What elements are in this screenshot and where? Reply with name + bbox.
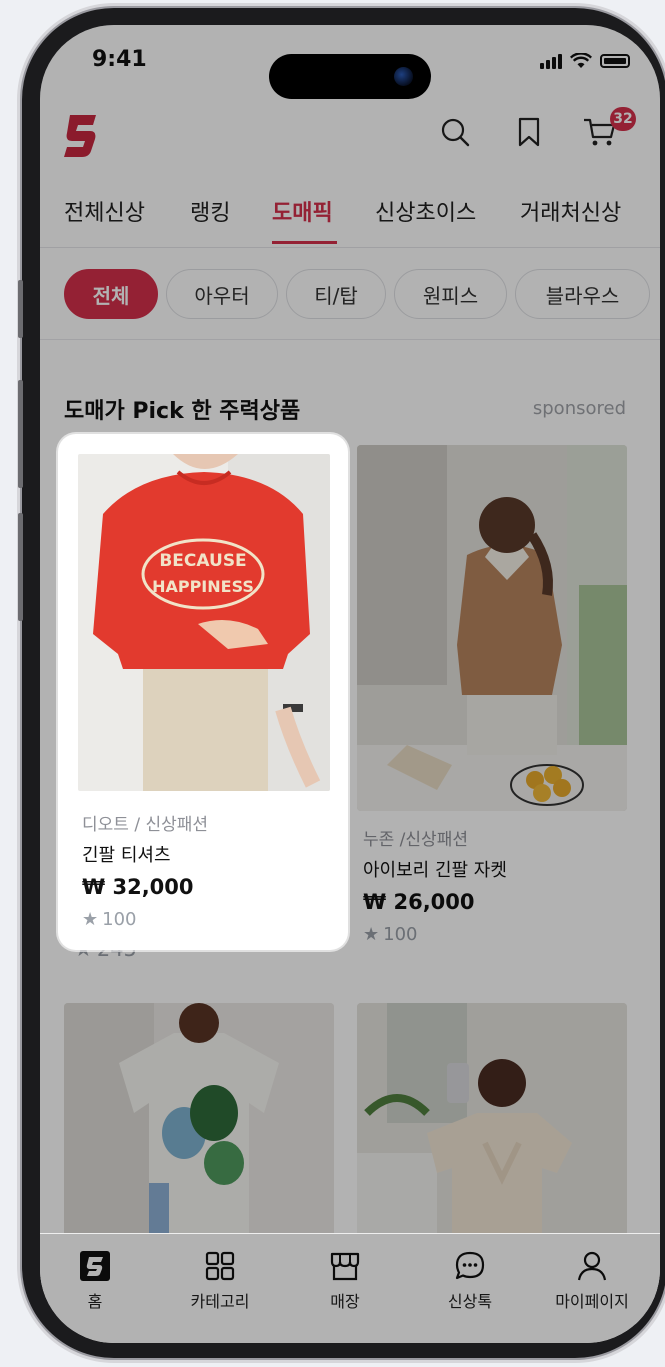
category-chips: 전체 아우터 티/탑 원피스 블라우스 [40, 269, 660, 321]
nav-mypage[interactable]: 마이페이지 [537, 1234, 647, 1312]
product-rating: ★ 100 [82, 909, 208, 930]
top-tabs: 전체신상 랭킹 도매픽 신상초이스 거래처신상 [40, 195, 660, 248]
volume-up-button [18, 380, 23, 488]
product-meta-sweatshirt: 디오트 / 신상패션 긴팔 티셔츠 ₩ 32,000 ★ 100 [82, 810, 208, 930]
mute-switch [18, 280, 23, 338]
status-icons [540, 53, 630, 69]
product-image-blouse[interactable] [357, 1003, 627, 1243]
tshirt-photo [64, 1003, 334, 1243]
product-name[interactable]: 긴팔 티셔츠 [82, 841, 208, 867]
chat-bubble-icon [455, 1251, 485, 1280]
product-rating: ★ 100 [363, 924, 507, 945]
nav-label: 신상톡 [447, 1292, 493, 1311]
product-image-sweatshirt[interactable]: BECAUSE HAPPINESS [78, 454, 330, 791]
product-meta-jacket: 누존 /신상패션 아이보리 긴팔 자켓 ₩ 26,000 ★ 100 [363, 825, 507, 945]
search-icon[interactable] [438, 115, 472, 149]
divider [40, 339, 660, 340]
signal-icon [540, 53, 562, 69]
svg-text:HAPPINESS: HAPPINESS [152, 577, 254, 596]
product-price: ₩ 26,000 [363, 890, 475, 914]
volume-down-button [18, 513, 23, 621]
product-price: ₩ 32,000 [82, 875, 194, 899]
rating-value: 100 [383, 924, 418, 945]
camera-icon [394, 67, 413, 86]
store-icon [330, 1252, 360, 1281]
sweatshirt-photo: BECAUSE HAPPINESS [78, 454, 330, 791]
nav-category[interactable]: 카테고리 [165, 1234, 275, 1312]
tab-all-new[interactable]: 전체신상 [64, 195, 145, 227]
chip-all[interactable]: 전체 [64, 269, 158, 319]
logo-s-icon [80, 1251, 110, 1281]
nav-label: 마이페이지 [555, 1292, 629, 1311]
tab-wholesale-pick[interactable]: 도매픽 [272, 195, 333, 227]
bookmark-icon[interactable] [512, 115, 546, 149]
chip-tee-top[interactable]: 티/탑 [286, 269, 386, 319]
shop-name[interactable]: 누존 /신상패션 [363, 825, 507, 850]
nav-home[interactable]: 홈 [40, 1234, 150, 1312]
nav-label: 홈 [87, 1292, 103, 1311]
grid-icon [205, 1251, 235, 1281]
nav-chat[interactable]: 신상톡 [415, 1234, 525, 1312]
wifi-icon [570, 53, 592, 68]
app-screen: 9:41 32 전체신상 랭킹 도매픽 신상초이스 거래처신상 전체 아우터 티… [40, 25, 660, 1343]
app-header: 32 [40, 107, 660, 167]
chip-blouse[interactable]: 블라우스 [515, 269, 650, 319]
bottom-navigation: 홈 카테고리 매장 신상톡 마이페이지 [40, 1233, 660, 1343]
status-time: 9:41 [92, 47, 147, 72]
person-icon [577, 1251, 607, 1281]
sponsored-label: sponsored [532, 398, 626, 419]
nav-label: 매장 [330, 1292, 360, 1311]
nav-store[interactable]: 매장 [290, 1234, 400, 1312]
brand-logo-icon[interactable] [64, 111, 98, 161]
svg-text:BECAUSE: BECAUSE [159, 551, 246, 571]
rating-value: 100 [102, 909, 137, 930]
active-tab-indicator [272, 241, 337, 244]
product-image-tshirt[interactable] [64, 1003, 334, 1243]
chip-outer[interactable]: 아우터 [166, 269, 278, 319]
dynamic-island [269, 54, 431, 99]
product-name[interactable]: 아이보리 긴팔 자켓 [363, 856, 507, 882]
tab-vendor-new[interactable]: 거래처신상 [520, 195, 621, 227]
battery-icon [600, 54, 630, 68]
nav-label: 카테고리 [190, 1292, 250, 1311]
jacket-photo [357, 445, 627, 811]
highlighted-product-card[interactable]: BECAUSE HAPPINESS 디오트 / 신상패션 긴팔 티셔츠 ₩ 32… [58, 434, 348, 950]
star-icon: ★ [363, 924, 380, 945]
status-bar: 9:41 [40, 25, 660, 105]
blouse-photo [357, 1003, 627, 1243]
section-title: 도매가 Pick 한 주력상품 [64, 399, 301, 424]
star-icon: ★ [82, 909, 99, 930]
shop-name[interactable]: 디오트 / 신상패션 [82, 810, 208, 835]
product-image-jacket[interactable] [357, 445, 627, 811]
tab-ranking[interactable]: 랭킹 [190, 195, 230, 227]
tab-new-choice[interactable]: 신상초이스 [375, 195, 476, 227]
cart-count-badge: 32 [610, 107, 636, 131]
chip-dress[interactable]: 원피스 [394, 269, 507, 319]
